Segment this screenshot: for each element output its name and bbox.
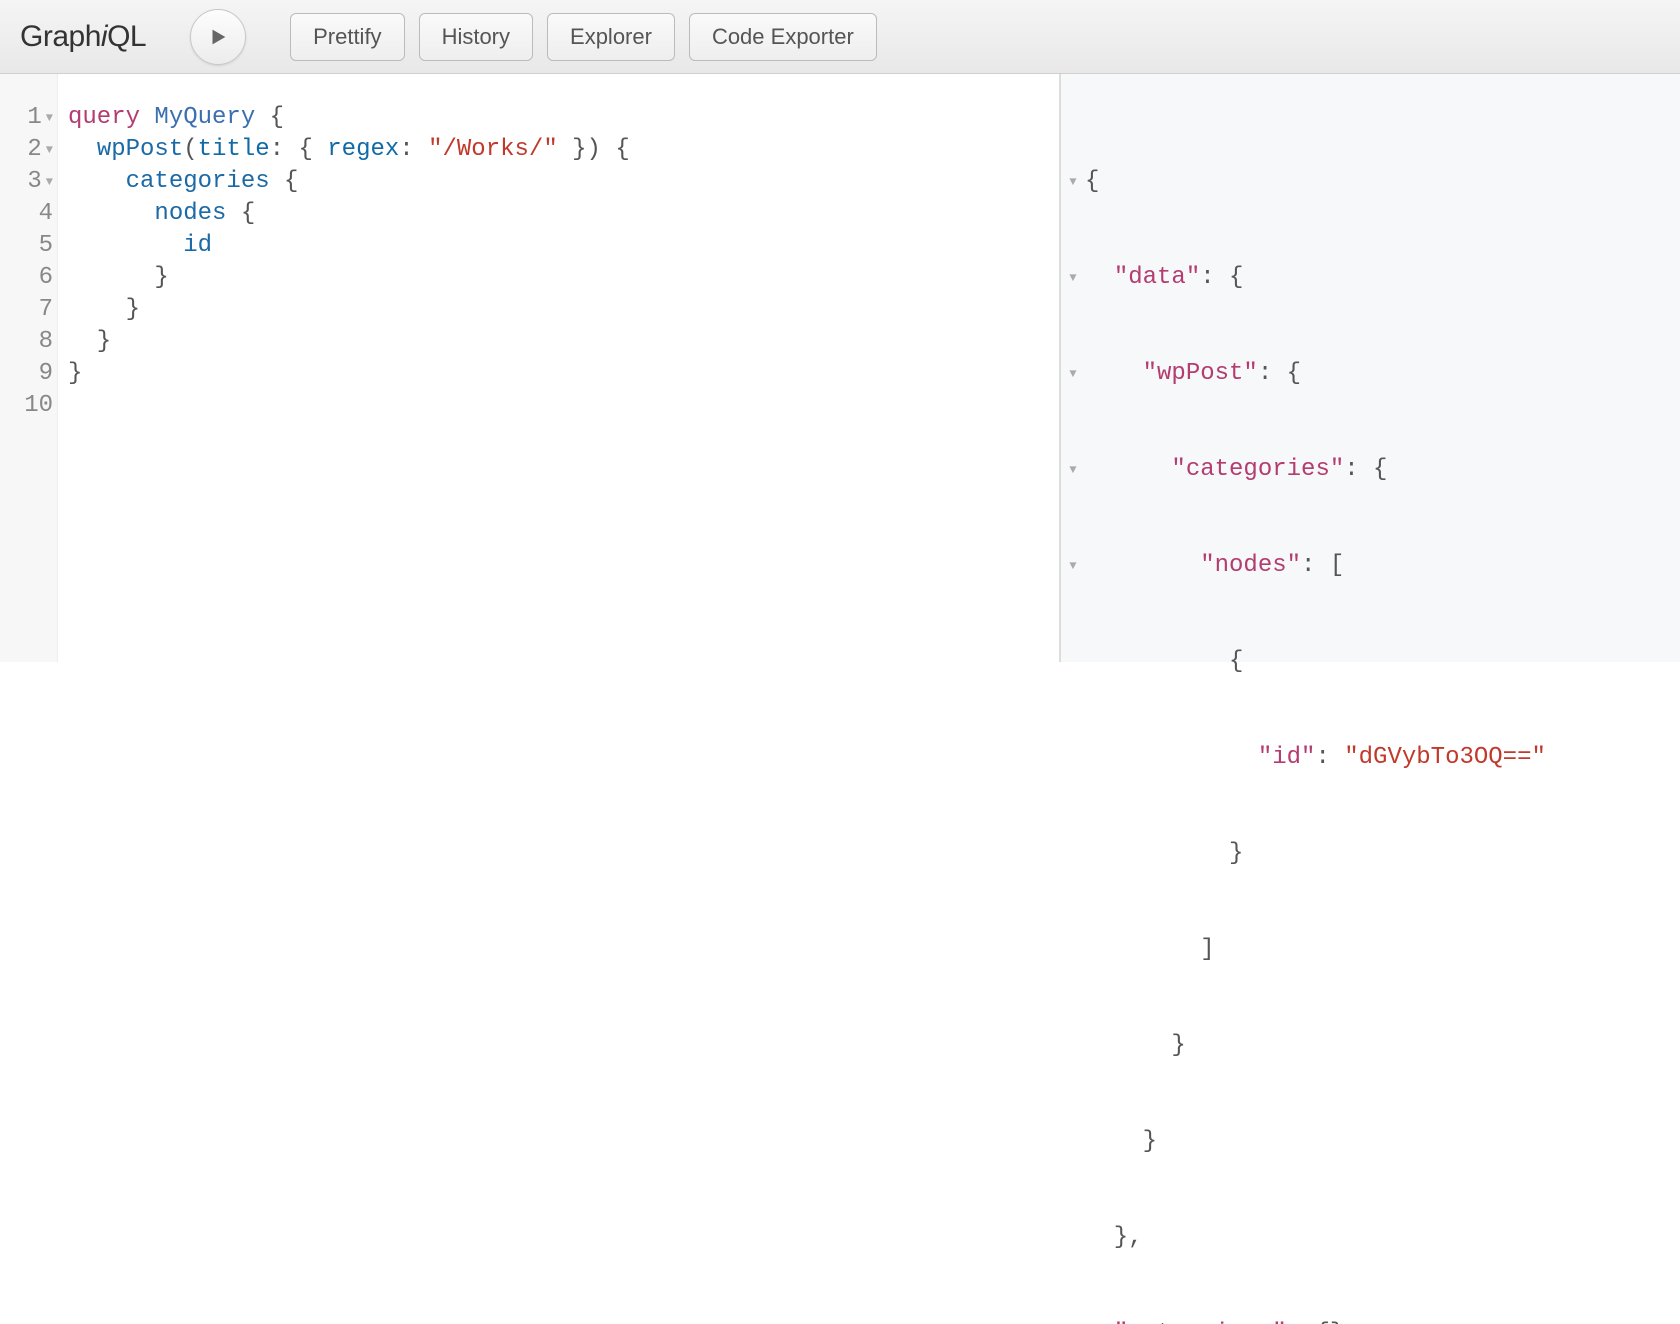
- json-string: "dGVybTo3OQ==": [1344, 742, 1546, 774]
- fold-icon[interactable]: ▼: [1061, 358, 1085, 390]
- line-number: 10: [24, 390, 53, 422]
- line-number: 8: [39, 326, 53, 358]
- fold-icon[interactable]: ▼: [46, 166, 53, 198]
- json-key: "id": [1258, 742, 1316, 774]
- operation-name: MyQuery: [154, 104, 255, 131]
- argument: regex: [327, 136, 399, 163]
- fold-icon[interactable]: ▼: [1061, 550, 1085, 582]
- graphiql-app: GraphiQL Prettify History Explorer Code …: [0, 0, 1680, 662]
- fold-icon[interactable]: ▼: [46, 102, 53, 134]
- fold-icon[interactable]: ▼: [1061, 166, 1085, 198]
- explorer-button[interactable]: Explorer: [547, 13, 675, 61]
- field: wpPost: [97, 136, 183, 163]
- prettify-button[interactable]: Prettify: [290, 13, 404, 61]
- history-button[interactable]: History: [419, 13, 533, 61]
- line-number: 1: [27, 102, 41, 134]
- string: "/Works/": [428, 136, 558, 163]
- line-number: 9: [39, 358, 53, 390]
- json-key: "nodes": [1200, 550, 1301, 582]
- logo: GraphiQL: [20, 20, 146, 54]
- line-number: 7: [39, 294, 53, 326]
- argument: title: [198, 136, 270, 163]
- logo-post: QL: [107, 20, 146, 53]
- field: nodes: [154, 200, 226, 227]
- line-number: 3: [27, 166, 41, 198]
- field: id: [183, 232, 212, 259]
- json-key: "wpPost": [1143, 358, 1258, 390]
- code-exporter-button[interactable]: Code Exporter: [689, 13, 877, 61]
- fold-icon[interactable]: ▼: [1061, 262, 1085, 294]
- main: 1▼ 2▼ 3▼ 4 5 6 7 8 9 10 query MyQuery { …: [0, 74, 1680, 662]
- field: categories: [126, 168, 270, 195]
- brace: {: [255, 104, 284, 131]
- fold-icon[interactable]: ▼: [1061, 454, 1085, 486]
- logo-pre: Graph: [20, 20, 101, 53]
- line-gutter: 1▼ 2▼ 3▼ 4 5 6 7 8 9 10: [0, 74, 58, 662]
- line-number: 2: [27, 134, 41, 166]
- query-code[interactable]: query MyQuery { wpPost(title: { regex: "…: [58, 74, 1059, 662]
- line-number: 6: [39, 262, 53, 294]
- line-number: 4: [39, 198, 53, 230]
- line-number: 5: [39, 230, 53, 262]
- keyword: query: [68, 104, 140, 131]
- execute-button[interactable]: [190, 9, 246, 65]
- json-key: "extensions": [1114, 1318, 1287, 1324]
- fold-icon[interactable]: ▼: [46, 134, 53, 166]
- json-key: "data": [1114, 262, 1200, 294]
- play-icon: [207, 26, 229, 48]
- results-pane[interactable]: ▼{ ▼ "data": { ▼ "wpPost": { ▼ "categori…: [1060, 74, 1680, 662]
- query-editor[interactable]: 1▼ 2▼ 3▼ 4 5 6 7 8 9 10 query MyQuery { …: [0, 74, 1060, 662]
- json-key: "categories": [1171, 454, 1344, 486]
- toolbar: GraphiQL Prettify History Explorer Code …: [0, 0, 1680, 74]
